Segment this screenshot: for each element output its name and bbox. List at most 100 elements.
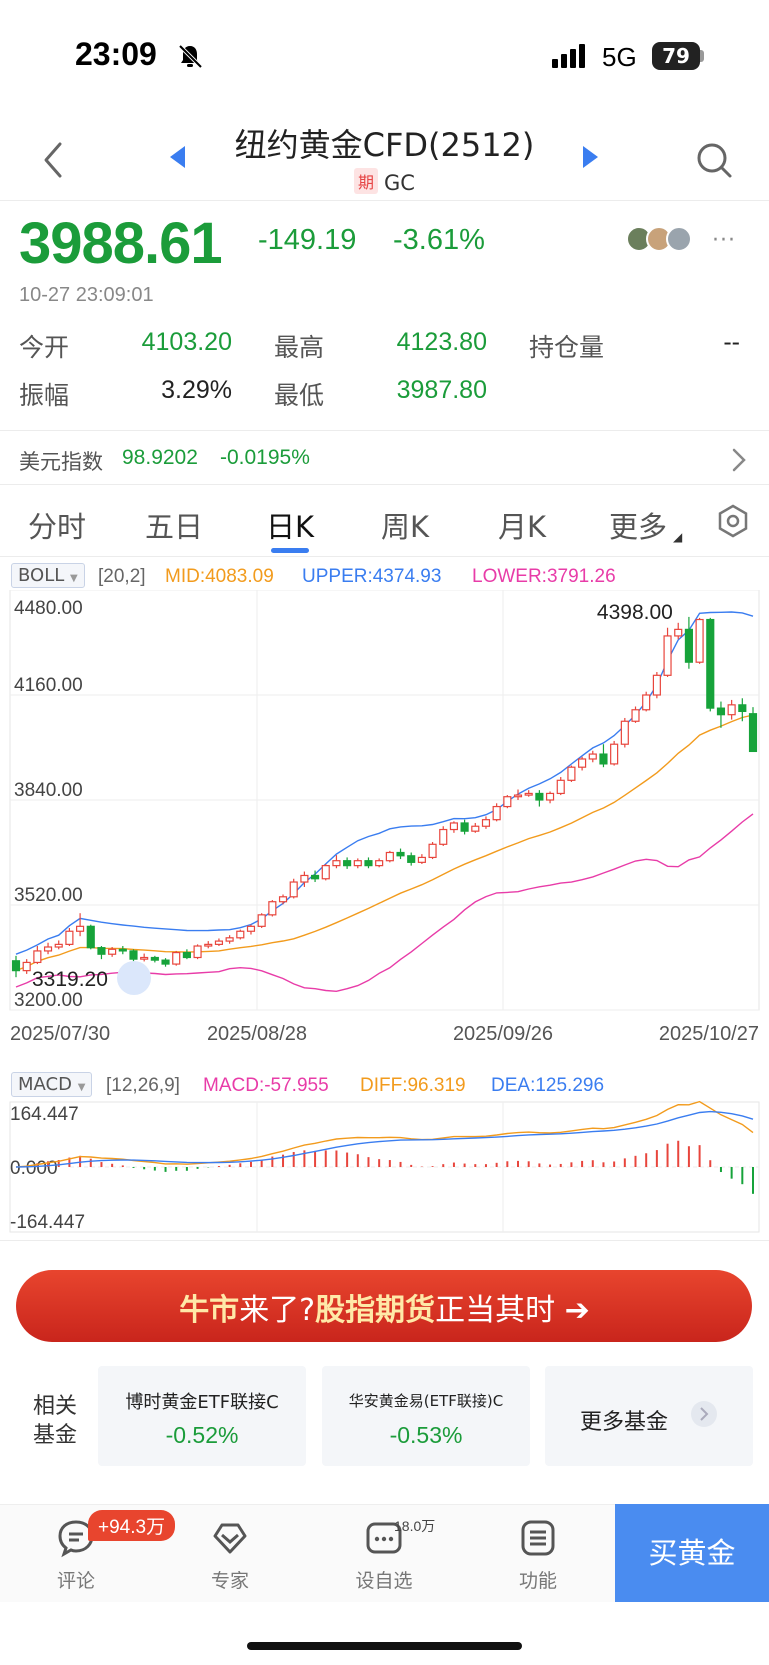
- y-tick-label: 3520.00: [14, 885, 83, 906]
- boll-upper: UPPER:4374.93: [302, 566, 442, 587]
- tab-weekly-k[interactable]: 周K: [381, 504, 429, 546]
- usd-index-label[interactable]: 美元指数: [19, 446, 103, 476]
- user-avatars[interactable]: [626, 226, 692, 256]
- page-title: 纽约黄金CFD(2512): [234, 126, 535, 164]
- candle-body: [246, 925, 256, 932]
- stat-label-low: 最低: [274, 381, 325, 410]
- banner-part4: 正当其时 ➔: [435, 1293, 590, 1328]
- x-axis-label: 2025/08/28: [207, 1023, 307, 1045]
- candle-body: [97, 947, 106, 955]
- candle-body: [417, 856, 426, 863]
- dropdown-corner-icon: ◢: [673, 530, 683, 544]
- battery-icon: 79: [652, 42, 700, 70]
- candle-body: [278, 896, 288, 903]
- candle-body: [364, 860, 373, 867]
- candle-body: [289, 881, 298, 898]
- y-tick-label: 3840.00: [14, 780, 83, 801]
- macd-diff-line: [15, 1100, 754, 1168]
- candle-body: [268, 901, 277, 916]
- battery-tip: [700, 50, 704, 62]
- candle-body: [503, 796, 512, 808]
- tab-monthly-k[interactable]: 月K: [498, 504, 546, 546]
- candle-body: [481, 819, 491, 827]
- tab-five-day[interactable]: 五日: [145, 504, 203, 546]
- tab-daily-k[interactable]: 日K: [266, 504, 314, 546]
- candle-body: [204, 943, 213, 947]
- candle-body: [236, 930, 245, 939]
- banner-part3: 股指期货: [315, 1293, 436, 1328]
- next-contract-icon[interactable]: [582, 146, 598, 168]
- stat-value-high: 4123.80: [396, 328, 487, 356]
- comment-count-badge: +94.3万: [88, 1510, 176, 1541]
- contract-code: GC: [384, 171, 415, 195]
- candle-body: [545, 792, 555, 801]
- candle-body: [343, 860, 352, 867]
- chevron-right-icon[interactable]: [730, 446, 748, 474]
- more-funds-label: 更多基金: [580, 1410, 669, 1435]
- candle-body: [588, 753, 597, 760]
- candle-body: [140, 956, 149, 960]
- candle-body: [674, 628, 683, 637]
- status-time: 23:09: [75, 36, 157, 72]
- candle-body: [460, 822, 469, 832]
- nav-label: 评论: [56, 1570, 95, 1592]
- boll-selector[interactable]: BOLL ▼: [11, 563, 85, 588]
- nav-functions[interactable]: 功能: [498, 1518, 578, 1593]
- x-axis-label: 2025/10/27: [659, 1023, 759, 1045]
- candle-body: [172, 951, 181, 965]
- candle-body: [439, 828, 448, 845]
- tab-underline: [271, 548, 309, 553]
- candle-body: [33, 950, 42, 964]
- candle-body: [150, 956, 159, 961]
- banner-part1: 牛市: [179, 1293, 240, 1328]
- candle-body: [556, 779, 565, 795]
- candle-body: [118, 948, 127, 952]
- nav-expert[interactable]: 专家: [190, 1518, 270, 1593]
- fund-card[interactable]: [98, 1366, 306, 1466]
- fund-name: 华安黄金易(ETF联接)C: [348, 1392, 504, 1410]
- candle-body: [161, 959, 170, 965]
- avatar: [666, 226, 692, 252]
- network-label: 5G: [602, 42, 637, 72]
- bell-muted-icon: [178, 44, 203, 69]
- boll-lower: LOWER:3791.26: [472, 566, 616, 587]
- stat-value-open: 4103.20: [141, 328, 232, 356]
- nav-label: 功能: [518, 1570, 557, 1592]
- settings-icon[interactable]: [716, 504, 750, 538]
- candle-body: [108, 948, 117, 955]
- banner-part2: 来了?: [239, 1293, 316, 1328]
- promo-banner-text[interactable]: 牛市来了?股指期货正当其时 ➔: [0, 1285, 769, 1329]
- nav-label: 设自选: [355, 1570, 413, 1592]
- candle-body: [492, 805, 501, 821]
- search-icon[interactable]: [694, 140, 734, 180]
- divider: [0, 430, 769, 431]
- stat-label-open: 今开: [19, 333, 70, 362]
- candle-body: [727, 704, 736, 716]
- candle-body: [716, 707, 726, 716]
- kline-chart[interactable]: 4480.00 4160.00 3840.00 3520.00 3200.00 4398.…: [0, 590, 769, 1240]
- subtitle: 期 GC: [0, 168, 769, 195]
- candle-body: [375, 860, 384, 867]
- tab-intraday[interactable]: 分时: [28, 504, 86, 546]
- candle-body: [471, 825, 480, 832]
- candle-body: [385, 851, 394, 862]
- x-axis-label: 2025/09/26: [453, 1023, 553, 1045]
- candle-body: [65, 930, 74, 945]
- stat-label-amplitude: 振幅: [19, 381, 70, 410]
- candle-body: [182, 951, 191, 959]
- candle-body: [225, 937, 234, 942]
- boll-params: [20,2]: [98, 566, 146, 587]
- more-icon[interactable]: ···: [712, 228, 736, 253]
- fund-card[interactable]: [322, 1366, 530, 1466]
- buy-gold-button[interactable]: 买黄金: [615, 1504, 769, 1602]
- macd-tick-label: -164.447: [10, 1212, 85, 1233]
- usd-index-value: 98.9202: [122, 446, 198, 469]
- fund-name: 博时黄金ETF联接C: [125, 1392, 279, 1413]
- candle-body: [578, 758, 587, 768]
- candle-body: [407, 855, 416, 863]
- tab-more[interactable]: 更多: [609, 504, 667, 546]
- quote-timestamp: 10-27 23:09:01: [19, 284, 154, 306]
- x-axis-label: 2025/07/30: [10, 1023, 110, 1045]
- nav-label: 专家: [210, 1570, 249, 1592]
- candle-body: [748, 713, 758, 753]
